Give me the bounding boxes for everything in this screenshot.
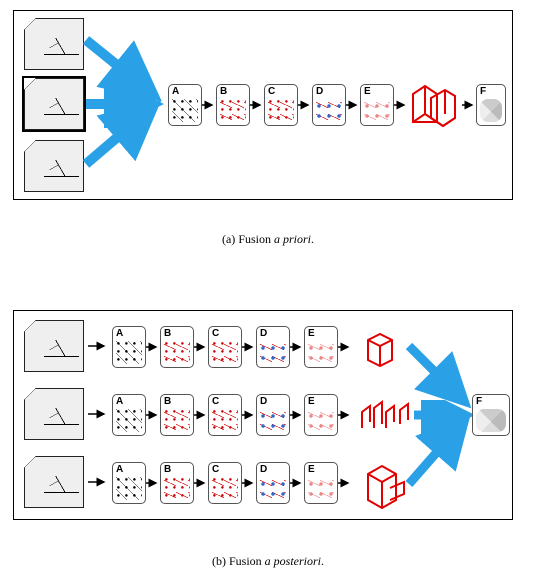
caption-end: . xyxy=(311,232,314,246)
stage-label: A xyxy=(116,328,123,339)
stage-label: C xyxy=(212,396,219,407)
stage-label: F xyxy=(480,86,486,97)
input-thumb-1 xyxy=(24,320,84,372)
stage-label: B xyxy=(220,86,227,97)
caption-italic: a priori xyxy=(274,232,311,246)
stage-label: E xyxy=(308,328,315,339)
sketch-icon xyxy=(29,461,79,503)
stage-label: B xyxy=(164,328,171,339)
figure-a: A B C D E xyxy=(0,0,536,260)
stage-label: E xyxy=(308,396,315,407)
sketch-icon xyxy=(29,23,79,65)
solid-icon xyxy=(480,99,502,122)
page: A B C D E xyxy=(0,0,536,588)
caption-b: (b) Fusion a posteriori. xyxy=(0,554,536,569)
stage-label: C xyxy=(268,86,275,97)
row2-stage-A: A xyxy=(112,394,146,436)
stage-label: A xyxy=(172,86,179,97)
stage-A: A xyxy=(168,84,202,126)
caption-plain: Fusion xyxy=(238,232,274,246)
stage-label: E xyxy=(364,86,371,97)
graph-icon xyxy=(116,341,142,364)
stage-F: F xyxy=(472,394,510,436)
row3-stage-A: A xyxy=(112,462,146,504)
row1-stage-A: A xyxy=(112,326,146,368)
caption-plain: Fusion xyxy=(229,554,265,568)
stage-label: D xyxy=(316,86,323,97)
reconstruction-3d xyxy=(405,72,460,141)
input-thumb-3 xyxy=(24,456,84,508)
caption-a: (a) Fusion a priori. xyxy=(0,232,536,247)
caption-enum: (a) xyxy=(222,232,235,246)
sketch-icon xyxy=(29,393,79,435)
graph-icon xyxy=(116,409,142,432)
stage-label: E xyxy=(308,464,315,475)
stage-label: A xyxy=(116,396,123,407)
row1-3d xyxy=(360,326,410,375)
stage-label: B xyxy=(164,396,171,407)
graph-icon xyxy=(172,99,198,122)
stage-label: A xyxy=(116,464,123,475)
stage-label: C xyxy=(212,328,219,339)
sketch-icon xyxy=(29,145,79,187)
input-thumb-2 xyxy=(24,388,84,440)
stage-F: F xyxy=(476,84,506,126)
input-thumb-3 xyxy=(24,140,84,192)
input-thumb-1 xyxy=(24,18,84,70)
stage-label: C xyxy=(212,464,219,475)
sketch-icon xyxy=(29,325,79,367)
graph-icon xyxy=(116,477,142,500)
stage-label: D xyxy=(260,328,267,339)
sketch-icon xyxy=(29,83,79,125)
caption-italic: a posteriori xyxy=(265,554,321,568)
stage-label: D xyxy=(260,396,267,407)
solid-icon xyxy=(476,409,506,432)
figure-b: A B C D E A xyxy=(0,300,536,588)
caption-enum: (b) xyxy=(212,554,226,568)
stage-label: B xyxy=(164,464,171,475)
caption-end: . xyxy=(321,554,324,568)
input-thumb-2 xyxy=(24,78,84,130)
stage-label: F xyxy=(476,396,482,407)
stage-label: D xyxy=(260,464,267,475)
